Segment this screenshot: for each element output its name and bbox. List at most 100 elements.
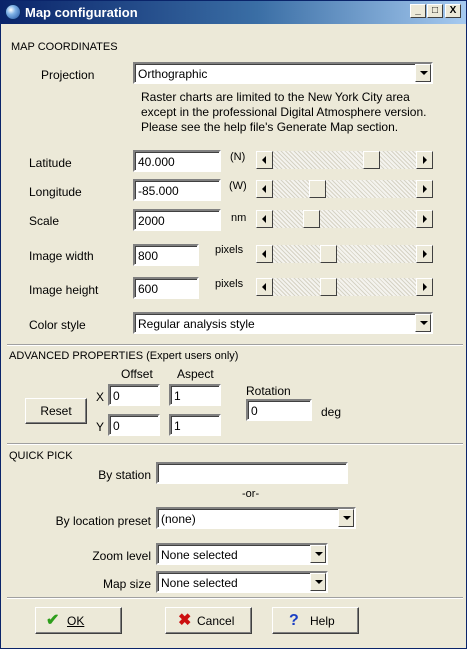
arrow-right-icon [423,185,427,193]
reset-button[interactable]: Reset [25,398,87,424]
y-label: Y [96,420,105,434]
rotation-label: Rotation [246,384,291,398]
or-label: -or- [242,488,260,500]
longitude-input[interactable]: -85.000 [133,179,221,201]
ok-button-label: OK [67,614,85,628]
map-size-label: Map size [102,577,151,591]
chevron-down-icon [315,580,323,584]
map-coordinates-section-title: MAP COORDINATES [11,41,118,53]
offset-y-input[interactable]: 0 [108,414,160,436]
image-height-slider-thumb[interactable] [320,278,337,296]
scroll-left-button[interactable] [256,245,273,263]
image-height-label: Image height [29,283,99,297]
image-height-slider[interactable] [256,278,433,296]
map-size-value: None selected [161,576,238,590]
note-line: except in the professional Digital Atmos… [141,105,427,119]
projection-select[interactable]: Orthographic [133,62,433,84]
arrow-right-icon [423,215,427,223]
by-station-label: By station [98,468,151,482]
x-label: X [96,390,105,404]
image-width-input[interactable]: 800 [133,244,199,266]
section-divider [7,597,463,599]
scroll-right-button[interactable] [416,210,433,228]
scroll-left-button[interactable] [256,210,273,228]
offset-label: Offset [121,367,153,381]
chevron-down-icon [420,71,428,75]
chevron-down-icon [343,516,351,520]
scroll-right-button[interactable] [416,278,433,296]
image-width-label: Image width [29,249,94,263]
scroll-left-button[interactable] [256,151,273,169]
map-configuration-dialog: Map configuration _ □ X MAP COORDINATES … [0,0,467,649]
title-bar[interactable]: Map configuration _ □ X [1,1,466,24]
help-button-label: Help [310,614,335,628]
quick-pick-section-title: QUICK PICK [9,450,73,462]
rotation-unit: deg [321,405,342,419]
latitude-slider[interactable] [256,151,433,169]
by-station-input[interactable] [156,462,348,484]
arrow-left-icon [262,215,266,223]
question-mark-icon: ? [289,612,299,629]
color-style-label: Color style [29,318,86,332]
latitude-label: Latitude [29,156,72,170]
arrow-left-icon [262,283,266,291]
zoom-level-select[interactable]: None selected [156,543,328,565]
aspect-y-input[interactable]: 1 [169,414,221,436]
minimize-button[interactable]: _ [410,4,426,18]
globe-icon [5,4,21,20]
image-width-slider-thumb[interactable] [320,245,337,263]
scale-unit: nm [231,212,247,224]
arrow-left-icon [262,250,266,258]
offset-x-input[interactable]: 0 [108,384,160,406]
x-icon: ✖ [178,612,192,629]
arrow-right-icon [423,156,427,164]
zoom-level-label: Zoom level [92,549,151,563]
color-style-dropdown-button[interactable] [415,314,431,332]
rotation-input[interactable]: 0 [246,399,312,421]
scroll-left-button[interactable] [256,180,273,198]
arrow-left-icon [262,185,266,193]
chevron-down-icon [315,552,323,556]
cancel-button-label: Cancel [197,614,235,628]
longitude-label: Longitude [29,185,82,199]
window-title: Map configuration [25,5,138,20]
latitude-slider-thumb[interactable] [363,151,380,169]
color-style-select[interactable]: Regular analysis style [133,312,433,334]
longitude-slider[interactable] [256,180,433,198]
latitude-input[interactable]: 40.000 [133,150,221,172]
latitude-unit: (N) [230,151,246,163]
by-location-value: (none) [161,512,196,526]
ok-button[interactable]: ✔ OK [35,607,122,634]
close-button[interactable]: X [445,4,461,18]
scroll-right-button[interactable] [416,245,433,263]
scale-slider-thumb[interactable] [303,210,320,228]
projection-dropdown-button[interactable] [415,64,431,82]
scale-input[interactable]: 2000 [133,209,221,231]
map-size-dropdown-button[interactable] [310,573,326,591]
scroll-right-button[interactable] [416,180,433,198]
aspect-label: Aspect [177,367,214,381]
image-width-slider[interactable] [256,245,433,263]
image-height-unit: pixels [215,278,244,290]
note-line: Please see the help file's Generate Map … [141,120,399,134]
arrow-right-icon [423,250,427,258]
image-height-input[interactable]: 600 [133,277,199,299]
color-style-value: Regular analysis style [138,317,255,331]
map-size-select[interactable]: None selected [156,571,328,593]
projection-label: Projection [41,68,95,82]
scroll-right-button[interactable] [416,151,433,169]
scale-slider[interactable] [256,210,433,228]
scroll-left-button[interactable] [256,278,273,296]
longitude-slider-thumb[interactable] [309,180,326,198]
note-line: Raster charts are limited to the New Yor… [141,90,410,104]
cancel-button[interactable]: ✖ Cancel [165,607,252,634]
help-button[interactable]: ? Help [272,607,359,634]
arrow-left-icon [262,156,266,164]
by-location-select[interactable]: (none) [156,507,356,529]
aspect-x-input[interactable]: 1 [169,384,221,406]
by-location-dropdown-button[interactable] [338,509,354,527]
projection-value: Orthographic [138,67,208,81]
raster-note: Raster charts are limited to the New Yor… [141,90,461,135]
zoom-level-dropdown-button[interactable] [310,545,326,563]
maximize-button[interactable]: □ [427,4,443,18]
